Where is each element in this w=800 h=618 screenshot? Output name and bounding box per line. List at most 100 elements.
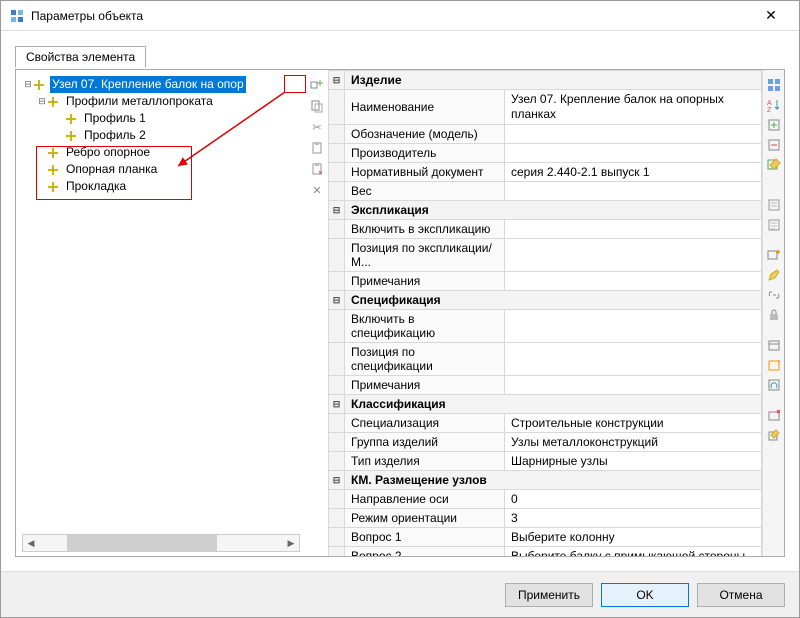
collapse-icon[interactable]: ⊟ <box>329 395 345 414</box>
prop-value[interactable] <box>505 343 762 376</box>
prop-value[interactable] <box>505 310 762 343</box>
scroll-right-icon[interactable]: ▶ <box>283 538 299 549</box>
lock-icon[interactable] <box>765 306 783 324</box>
dialog-footer: Применить OK Отмена <box>1 571 799 617</box>
prop-value[interactable]: Выберите балку с примыкающей стороны <box>505 547 762 557</box>
prop-value[interactable]: Строительные конструкции <box>505 414 762 433</box>
collapse-icon[interactable]: ⊟ <box>329 471 345 490</box>
tree-node-root[interactable]: ⊟ Узел 07. Крепление балок на опор <box>22 76 306 93</box>
prop-name: Вопрос 2 <box>345 547 505 557</box>
sort-az-button[interactable]: AZ <box>765 96 783 114</box>
tree-node-planka[interactable]: Опорная планка <box>22 161 306 178</box>
section-header: КМ. Размещение узлов <box>345 471 762 490</box>
prop-value[interactable] <box>505 272 762 291</box>
expand-icon[interactable] <box>765 116 783 134</box>
tree-node-label: Профиль 2 <box>82 127 148 144</box>
collapse-icon[interactable] <box>765 136 783 154</box>
add-row-button[interactable] <box>765 246 783 264</box>
prop-name: Нормативный документ <box>345 163 505 182</box>
app-icon <box>9 8 25 24</box>
tree-node-label: Профиль 1 <box>82 110 148 127</box>
cut-button[interactable]: ✂ <box>307 117 327 137</box>
collapse-icon[interactable]: ⊟ <box>329 291 345 310</box>
tree-node-rebro[interactable]: Ребро опорное <box>22 144 306 161</box>
prop-name: Позиция по спецификации <box>345 343 505 376</box>
tree-node-profile2[interactable]: Профиль 2 <box>22 127 306 144</box>
section-header: Спецификация <box>345 291 762 310</box>
scroll-thumb[interactable] <box>67 535 217 551</box>
node-icon <box>48 148 62 158</box>
form-icon[interactable] <box>765 216 783 234</box>
tree-node-label: Профили металлопроката <box>64 93 215 110</box>
prop-value[interactable]: Шарнирные узлы <box>505 452 762 471</box>
prop-name: Обозначение (модель) <box>345 125 505 144</box>
prop-name: Примечания <box>345 272 505 291</box>
calendar-icon[interactable] <box>765 336 783 354</box>
prop-value[interactable]: Узлы металлоконструкций <box>505 433 762 452</box>
collapse-icon[interactable]: ⊟ <box>329 71 345 90</box>
cancel-button[interactable]: Отмена <box>697 583 785 607</box>
ok-button[interactable]: OK <box>601 583 689 607</box>
copy-button[interactable] <box>307 96 327 116</box>
node-icon <box>66 131 80 141</box>
close-button[interactable]: ✕ <box>751 7 791 24</box>
svg-text:A: A <box>767 100 772 107</box>
prop-value[interactable] <box>505 144 762 163</box>
tree-node-label: Узел 07. Крепление балок на опор <box>50 76 246 93</box>
section-header: Классификация <box>345 395 762 414</box>
prop-name: Направление оси <box>345 490 505 509</box>
add-child-button[interactable] <box>307 75 327 95</box>
paste-button[interactable] <box>307 138 327 158</box>
prop-value[interactable]: Выберите колонну <box>505 528 762 547</box>
prop-name: Позиция по экспликации/М... <box>345 239 505 272</box>
object-tree[interactable]: ⊟ Узел 07. Крепление балок на опор ⊟ Про… <box>22 74 306 195</box>
prop-name: Группа изделий <box>345 433 505 452</box>
prop-value[interactable]: 3 <box>505 509 762 528</box>
prop-value[interactable] <box>505 182 762 201</box>
tab-properties[interactable]: Свойства элемента <box>15 46 146 68</box>
apply-button[interactable]: Применить <box>505 583 593 607</box>
edit-button[interactable] <box>765 266 783 284</box>
prop-name: Специализация <box>345 414 505 433</box>
tree-node-label: Ребро опорное <box>64 144 152 161</box>
horizontal-scrollbar[interactable]: ◀ ▶ <box>22 534 300 552</box>
collapse-icon[interactable]: ⊟ <box>36 93 48 110</box>
window-title: Параметры объекта <box>31 9 751 23</box>
prop-value[interactable]: 0 <box>505 490 762 509</box>
edit-cell-icon[interactable] <box>765 426 783 444</box>
scroll-left-icon[interactable]: ◀ <box>23 538 39 549</box>
section-header: Изделие <box>345 71 762 90</box>
prop-value[interactable]: Узел 07. Крепление балок на опорных план… <box>505 90 762 125</box>
paste-special-button[interactable] <box>307 159 327 179</box>
prop-name: Включить в экспликацию <box>345 220 505 239</box>
remove-icon[interactable] <box>765 406 783 424</box>
svg-text:Z: Z <box>767 107 772 112</box>
tree-node-profiles[interactable]: ⊟ Профили металлопроката <box>22 93 306 110</box>
section-header: Экспликация <box>345 201 762 220</box>
prop-value[interactable] <box>505 220 762 239</box>
grid-toolbar: AZ <box>762 70 784 556</box>
node-icon <box>48 165 62 175</box>
tree-node-profile1[interactable]: Профиль 1 <box>22 110 306 127</box>
edit-table-button[interactable] <box>765 156 783 174</box>
node-icon <box>48 97 62 107</box>
prop-value[interactable] <box>505 239 762 272</box>
refresh-icon[interactable] <box>765 376 783 394</box>
node-icon <box>66 114 80 124</box>
collapse-icon[interactable]: ⊟ <box>329 201 345 220</box>
prop-value[interactable] <box>505 376 762 395</box>
tree-node-label: Прокладка <box>64 178 128 195</box>
tree-toolbar: ✂ ✕ <box>306 70 328 556</box>
delete-button[interactable]: ✕ <box>307 180 327 200</box>
titlebar: Параметры объекта ✕ <box>1 1 799 31</box>
property-grid[interactable]: ⊟Изделие НаименованиеУзел 07. Крепление … <box>328 70 762 556</box>
form-icon[interactable] <box>765 196 783 214</box>
prop-value[interactable] <box>505 125 762 144</box>
collapse-icon[interactable]: ⊟ <box>22 76 34 93</box>
link-icon[interactable] <box>765 286 783 304</box>
prop-value[interactable]: серия 2.440-2.1 выпуск 1 <box>505 163 762 182</box>
prop-name: Примечания <box>345 376 505 395</box>
tree-node-prokladka[interactable]: Прокладка <box>22 178 306 195</box>
highlight-icon[interactable] <box>765 356 783 374</box>
category-view-button[interactable] <box>765 76 783 94</box>
